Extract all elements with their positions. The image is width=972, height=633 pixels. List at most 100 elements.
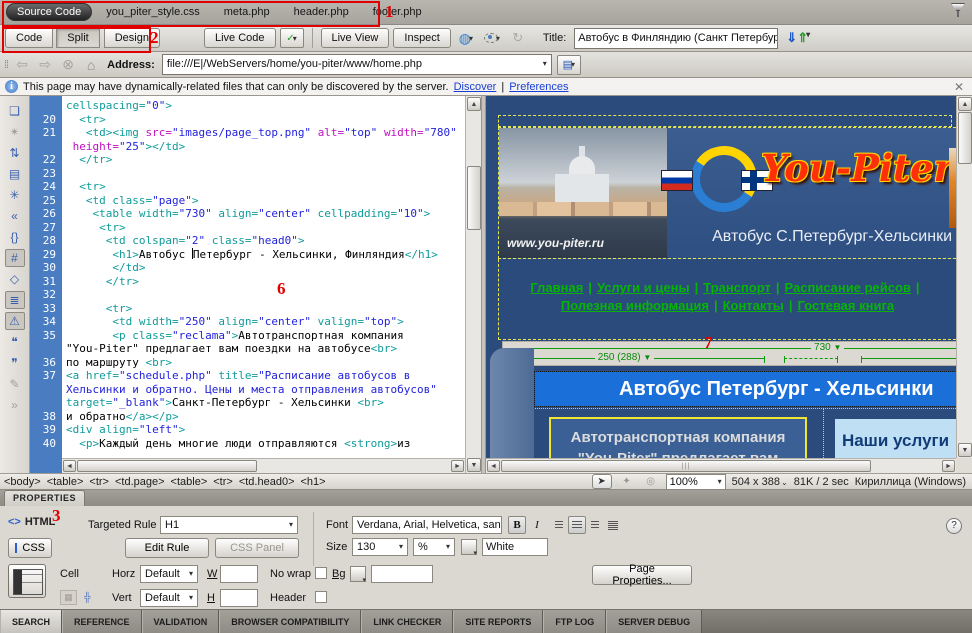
scroll-left-icon[interactable]: ◄ (63, 460, 76, 472)
properties-tab[interactable]: PROPERTIES (4, 490, 85, 506)
live-view-button[interactable]: Live View (321, 28, 390, 48)
nav-link[interactable]: Гостевая книга (798, 298, 895, 313)
toolbar-grip[interactable]: ⁞⁞ (4, 59, 8, 71)
code-line[interactable]: <td class="page"> (66, 194, 465, 208)
window-size-select[interactable]: 504 x 388 ⌄ (732, 476, 788, 488)
code-scroll-thumb[interactable] (467, 166, 481, 230)
preview-in-browser-icon[interactable]: ◍▾ (455, 29, 477, 47)
design-scroll-up-icon[interactable]: ▲ (958, 97, 972, 111)
code-line[interactable]: <td><img src="images/page_top.png" alt="… (66, 126, 465, 140)
stop-icon[interactable]: ⊗ (59, 56, 77, 73)
vert-select[interactable]: Default▾ (140, 589, 198, 607)
code-horizontal-scrollbar[interactable]: ◄ ► (62, 458, 465, 473)
tag-selector-item[interactable]: <td.head0> (239, 476, 295, 488)
code-line[interactable]: <a href="schedule.php" title="Расписание… (66, 369, 465, 383)
word-wrap-icon[interactable]: ≣ (5, 291, 25, 309)
related-file-tab[interactable]: you_piter_style.css (106, 6, 200, 18)
code-line[interactable] (66, 167, 465, 181)
reclama-box[interactable]: Автотранспортная компания "You-Piter" пр… (549, 417, 807, 458)
design-horizontal-scrollbar[interactable]: ◄ ||| ► (486, 458, 956, 473)
code-line[interactable]: Хельсинки и обратно. Цены и места отправ… (66, 383, 465, 397)
justify-icon[interactable] (604, 516, 622, 534)
code-line[interactable]: </td> (66, 261, 465, 275)
balance-braces-icon[interactable]: {} (5, 228, 25, 246)
close-infobar-icon[interactable]: ✕ (954, 80, 964, 94)
code-line[interactable] (66, 288, 465, 302)
size-select[interactable]: 130▾ (352, 538, 408, 556)
hand-tool-icon[interactable]: ✦ (618, 475, 636, 488)
italic-button[interactable]: I (528, 516, 546, 534)
line-numbers-icon[interactable]: # (5, 249, 25, 267)
code-line[interactable]: <table width="730" align="center" cellpa… (66, 207, 465, 221)
nav-link[interactable]: Расписание рейсов (784, 280, 910, 295)
source-code-tab[interactable]: Source Code (6, 3, 92, 21)
services-box[interactable]: Наши услуги (835, 419, 956, 458)
visual-aids-icon[interactable]: ▾ (481, 29, 503, 47)
code-line[interactable]: <h1>Автобус Петербург - Хельсинки, Финля… (66, 248, 465, 262)
design-vertical-scrollbar[interactable]: ▲ ▼ (956, 96, 972, 458)
file-management-icon[interactable]: ⇓⇑▾ (786, 30, 810, 46)
code-line[interactable]: <tr> (66, 302, 465, 316)
related-file-tab[interactable]: header.php (294, 6, 349, 18)
code-line[interactable]: </tr> (66, 275, 465, 289)
select-tool-icon[interactable]: ➤ (592, 474, 612, 489)
results-tab-search[interactable]: SEARCH (0, 610, 62, 633)
design-hscroll-thumb[interactable]: ||| (501, 460, 871, 472)
code-line[interactable]: cellspacing="0"> (66, 99, 465, 113)
design-scroll-thumb[interactable] (958, 112, 972, 164)
split-cell-icon[interactable]: ╬ (80, 590, 95, 603)
refresh-icon[interactable]: ↻ (507, 29, 529, 47)
bold-button[interactable]: B (508, 516, 526, 534)
address-input[interactable]: file:///E|/WebServers/home/you-piter/www… (162, 54, 552, 75)
document-title-input[interactable]: Автобус в Финляндию (Санкт Петербург - Х… (574, 28, 778, 49)
html-mode-button[interactable]: <>HTML (8, 516, 55, 528)
collapse-selection-icon[interactable]: ▤ (5, 165, 25, 183)
highlight-invalid-code-icon[interactable]: ◇ (5, 270, 25, 288)
code-line[interactable]: "You-Piter" предлагает вам поездки на ав… (66, 342, 465, 356)
live-code-button[interactable]: Live Code (204, 28, 276, 48)
design-scroll-right-icon[interactable]: ► (942, 460, 955, 472)
bg-color-input[interactable] (371, 565, 433, 583)
code-line[interactable]: <tr> (66, 180, 465, 194)
discover-link[interactable]: Discover (454, 81, 497, 93)
horz-select[interactable]: Default▾ (140, 565, 198, 583)
select-parent-tag-icon[interactable]: « (5, 207, 25, 225)
color-value-input[interactable]: White (482, 538, 548, 556)
nav-link[interactable]: Контакты (723, 298, 784, 313)
results-tab-validation[interactable]: VALIDATION (142, 610, 220, 633)
code-line[interactable]: по маршруту <br> (66, 356, 465, 370)
related-file-tab[interactable]: footer.php (373, 6, 422, 18)
code-line[interactable]: <td colspan="2" class="head0"> (66, 234, 465, 248)
code-line[interactable]: </tr> (66, 153, 465, 167)
magnification-select[interactable]: 100%▾ (666, 474, 726, 490)
bg-color-swatch[interactable] (350, 566, 366, 582)
edit-rule-button[interactable]: Edit Rule (125, 538, 209, 558)
targeted-rule-select[interactable]: H1▾ (160, 516, 298, 534)
results-tab-reference[interactable]: REFERENCE (62, 610, 142, 633)
unit-select[interactable]: %▾ (413, 538, 455, 556)
merge-cells-icon[interactable]: ▦ (60, 590, 77, 605)
nav-link[interactable]: Услуги и цены (597, 280, 690, 295)
check-browser-compatibility-icon[interactable]: ✓▾ (280, 28, 304, 48)
apply-comment-icon[interactable]: ❝ (5, 333, 25, 351)
results-tab-ftp-log[interactable]: FTP LOG (543, 610, 606, 633)
code-line[interactable]: <td width="250" align="center" valign="t… (66, 315, 465, 329)
code-line[interactable]: <div align="left"> (66, 423, 465, 437)
tag-selector-item[interactable]: <h1> (301, 476, 326, 488)
design-view-button[interactable]: Design (104, 28, 160, 48)
back-icon[interactable]: ⇦ (13, 56, 31, 73)
design-scroll-left-icon[interactable]: ◄ (487, 460, 500, 472)
forward-icon[interactable]: ⇨ (36, 56, 54, 73)
tag-selector-item[interactable]: <table> (171, 476, 208, 488)
code-hscroll-thumb[interactable] (77, 460, 257, 472)
code-line[interactable]: height="25"></td> (66, 140, 465, 154)
nav-link[interactable]: Транспорт (703, 280, 771, 295)
tag-selector-item[interactable]: <table> (47, 476, 84, 488)
code-line[interactable]: <p class="reclama">Автотранспортная комп… (66, 329, 465, 343)
height-input[interactable] (220, 589, 258, 607)
related-file-tab[interactable]: meta.php (224, 6, 270, 18)
view-options-icon[interactable]: ▤▾ (557, 55, 581, 75)
css-panel-button[interactable]: CSS Panel (215, 538, 299, 558)
table-width-label-730[interactable]: 730 ▼ (811, 342, 844, 353)
page-properties-button[interactable]: Page Properties... (592, 565, 692, 585)
